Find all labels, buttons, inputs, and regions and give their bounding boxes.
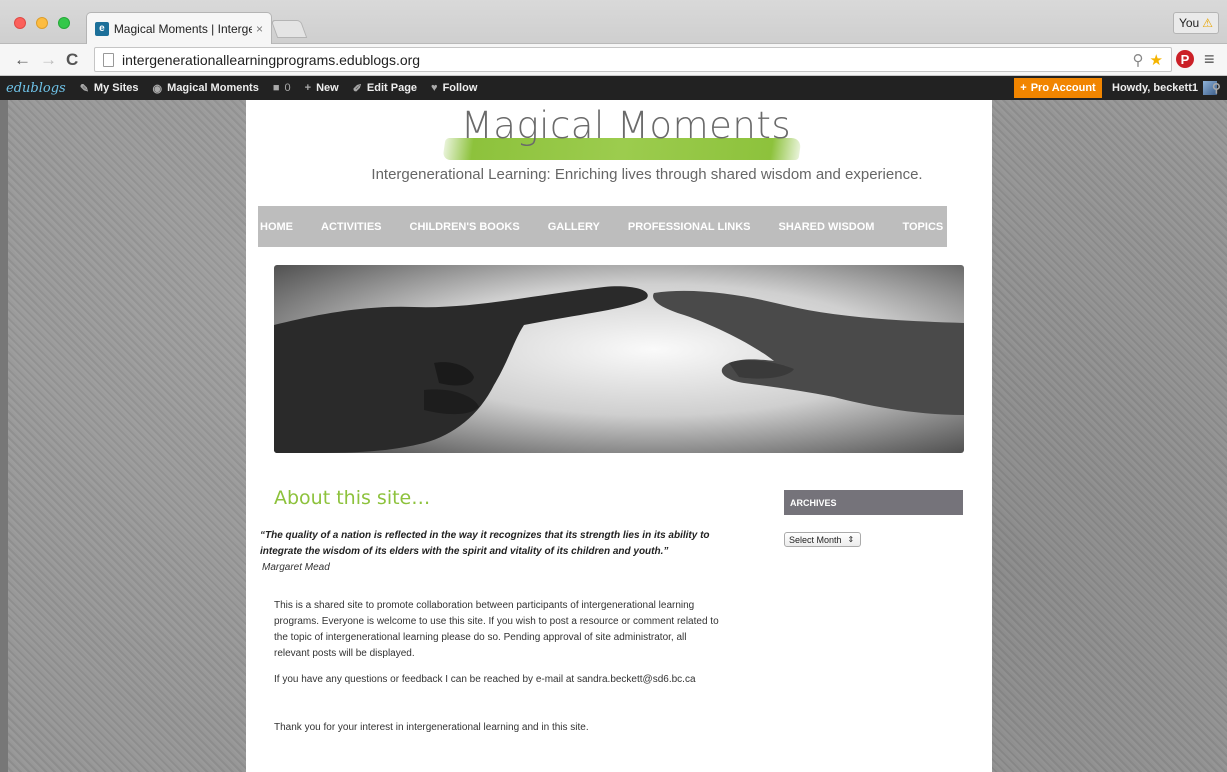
pencil-icon: ✐ <box>352 82 362 95</box>
browser-toolbar: ← → C intergenerationallearningprograms.… <box>0 44 1227 76</box>
archives-month-select[interactable]: Select Month ⇕ <box>784 532 861 547</box>
follow-label: Follow <box>442 82 478 94</box>
back-icon[interactable]: ← <box>14 50 31 70</box>
nav-item-gallery[interactable]: GALLERY <box>548 221 600 233</box>
pinterest-icon[interactable]: P <box>1176 50 1194 68</box>
child-hand <box>653 290 964 415</box>
post-title: About this site… <box>274 487 431 509</box>
window-edge <box>0 100 8 772</box>
page-icon <box>103 52 114 67</box>
admin-bar: edublogs ✎ My Sites ◉ Magical Moments ■ … <box>0 76 1227 100</box>
select-arrows-icon: ⇕ <box>847 535 855 544</box>
select-value: Select Month <box>789 534 842 545</box>
dashboard-icon: ◉ <box>152 82 163 95</box>
comment-icon: ■ <box>272 82 280 94</box>
pro-account-button[interactable]: + Pro Account <box>1014 78 1102 98</box>
nav-item-shared-wisdom[interactable]: SHARED WISDOM <box>779 221 875 233</box>
minimize-window-button[interactable] <box>36 17 48 29</box>
contact-paragraph: If you have any questions or feedback I … <box>274 674 696 685</box>
edublogs-favicon-icon: e <box>95 21 109 36</box>
hero-image <box>274 265 964 453</box>
new-tab-button[interactable] <box>270 20 308 38</box>
quote-author: Margaret Mead <box>262 562 330 573</box>
close-window-button[interactable] <box>14 17 26 29</box>
tab-title: Magical Moments | Interge <box>113 21 252 36</box>
nav-item-professional-links[interactable]: PROFESSIONAL LINKS <box>628 221 751 233</box>
plus-icon: + <box>304 82 312 94</box>
edit-page-link[interactable]: ✐ Edit Page <box>353 82 417 95</box>
nav-item-home[interactable]: HOME <box>260 221 293 233</box>
page-content: Magical Moments Intergenerational Learni… <box>246 100 992 772</box>
thanks-paragraph: Thank you for your interest in intergene… <box>274 722 589 733</box>
star-icon[interactable]: ★ <box>1150 51 1163 69</box>
profile-label: You <box>1178 16 1200 30</box>
edit-page-label: Edit Page <box>366 82 418 94</box>
reload-icon[interactable]: C <box>66 50 78 70</box>
archives-heading: ARCHIVES <box>784 490 963 515</box>
wrench-icon: ✎ <box>79 82 89 95</box>
howdy-label: Howdy, beckett1 <box>1112 82 1198 94</box>
search-icon[interactable]: ⚲ <box>1212 81 1221 95</box>
heart-icon: ♥ <box>431 82 438 94</box>
site-name-menu[interactable]: ◉ Magical Moments <box>153 82 259 95</box>
site-title[interactable]: Magical Moments <box>446 104 806 147</box>
nav-item-childrens-books[interactable]: CHILDREN'S BOOKS <box>410 221 520 233</box>
new-content-menu[interactable]: + New <box>305 82 339 94</box>
pro-account-label: Pro Account <box>1030 82 1096 94</box>
menu-icon[interactable]: ≡ <box>1204 49 1215 70</box>
hands-illustration <box>274 286 964 453</box>
edublogs-logo[interactable]: edublogs <box>6 81 66 96</box>
warning-icon: ⚠ <box>1202 16 1213 30</box>
maximize-window-button[interactable] <box>58 17 70 29</box>
my-sites-menu[interactable]: ✎ My Sites <box>80 82 139 95</box>
nav-item-activities[interactable]: ACTIVITIES <box>321 221 382 233</box>
browser-tab-bar: e Magical Moments | Interge × You ⚠ <box>0 0 1227 44</box>
follow-link[interactable]: ♥ Follow <box>431 82 477 94</box>
nav-item-topics[interactable]: TOPICS <box>902 221 943 233</box>
site-tagline: Intergenerational Learning: Enriching li… <box>371 166 923 183</box>
url-text: intergenerationallearningprograms.edublo… <box>122 51 421 68</box>
plus-icon: + <box>1020 82 1027 94</box>
profile-button[interactable]: You ⚠ <box>1173 12 1219 34</box>
quote-text: “The quality of a nation is reflected in… <box>260 530 710 557</box>
forward-icon[interactable]: → <box>40 50 57 70</box>
new-label: New <box>316 82 339 94</box>
about-paragraph: This is a shared site to promote collabo… <box>274 600 719 659</box>
zoom-icon[interactable]: ⚲ <box>1133 51 1144 69</box>
main-navigation: HOME ACTIVITIES CHILDREN'S BOOKS GALLERY… <box>258 206 947 247</box>
site-name-label: Magical Moments <box>167 82 259 94</box>
my-sites-label: My Sites <box>93 82 139 94</box>
browser-tab[interactable]: e Magical Moments | Interge × <box>86 12 272 44</box>
address-bar[interactable]: intergenerationallearningprograms.edublo… <box>94 47 1172 72</box>
user-account-menu[interactable]: Howdy, beckett1 <box>1112 76 1217 100</box>
tab-close-icon[interactable]: × <box>256 22 263 36</box>
comments-menu[interactable]: ■ 0 <box>273 82 291 94</box>
comment-count: 0 <box>284 82 291 94</box>
